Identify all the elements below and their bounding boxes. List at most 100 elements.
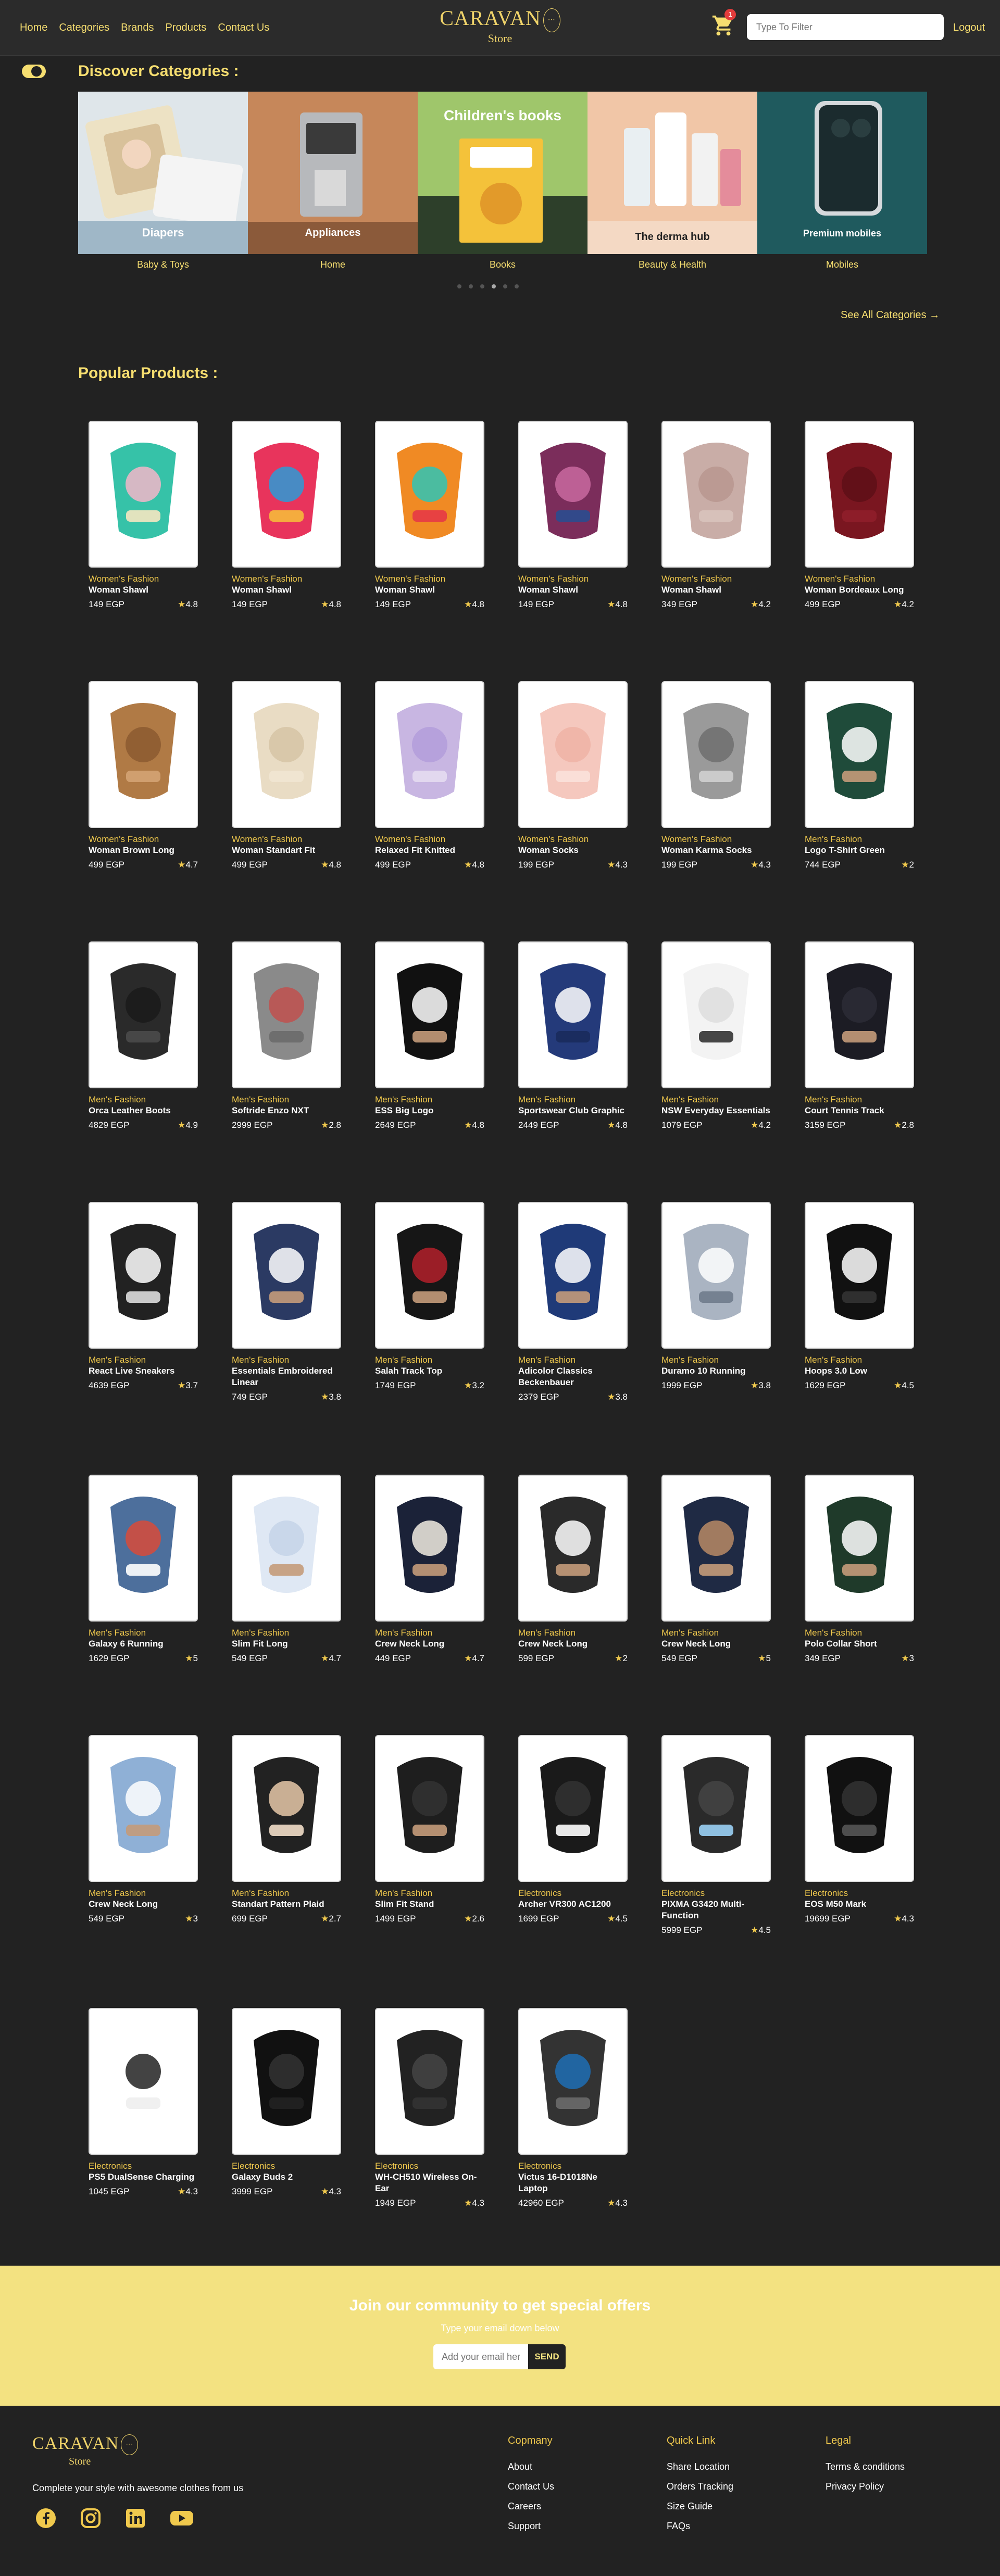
- product-card[interactable]: Men's Fashion Crew Neck Long 599 EGP ★2: [518, 1475, 628, 1664]
- theme-toggle[interactable]: [22, 65, 46, 78]
- product-image[interactable]: [232, 941, 341, 1088]
- product-name[interactable]: Slim Fit Long: [232, 1638, 341, 1650]
- product-image[interactable]: [805, 421, 914, 568]
- product-name[interactable]: WH-CH510 Wireless On-Ear: [375, 2171, 484, 2194]
- product-card[interactable]: Men's Fashion Standart Pattern Plaid 699 E…: [232, 1735, 341, 1925]
- category-tile-baby[interactable]: Diapers: [78, 92, 248, 254]
- product-name[interactable]: React Live Sneakers: [89, 1365, 198, 1377]
- carousel-dot-active[interactable]: [492, 284, 496, 288]
- product-card[interactable]: Men's Fashion Court Tennis Track 3159 EGP ★…: [805, 941, 914, 1131]
- newsletter-email-input[interactable]: [433, 2344, 528, 2369]
- product-name[interactable]: Woman Socks: [518, 845, 628, 856]
- product-name[interactable]: EOS M50 Mark: [805, 1899, 914, 1910]
- product-card[interactable]: Women's Fashion Woman Standart Fit 499 EGP…: [232, 681, 341, 871]
- product-name[interactable]: Crew Neck Long: [89, 1899, 198, 1910]
- product-name[interactable]: NSW Everyday Essentials: [661, 1105, 771, 1116]
- product-card[interactable]: Women's Fashion Woman Shawl 149 EGP ★4.8: [375, 421, 484, 610]
- product-card[interactable]: Women's Fashion Woman Karma Socks 199 EGP ★…: [661, 681, 771, 871]
- product-card[interactable]: Men's Fashion Polo Collar Short 349 EGP ★3: [805, 1475, 914, 1664]
- logout-link[interactable]: Logout: [953, 22, 985, 34]
- instagram-icon[interactable]: [80, 2508, 101, 2529]
- product-name[interactable]: Woman Standart Fit: [232, 845, 341, 856]
- nav-home-link[interactable]: Home: [20, 22, 47, 34]
- category-label[interactable]: Baby & Toys: [78, 259, 248, 270]
- product-card[interactable]: Men's Fashion Softride Enzo NXT 2999 EGP ★2…: [232, 941, 341, 1131]
- see-all-categories-link[interactable]: See All Categories →: [841, 309, 940, 321]
- product-name[interactable]: Court Tennis Track: [805, 1105, 914, 1116]
- product-image[interactable]: [375, 1475, 484, 1622]
- product-image[interactable]: [375, 1202, 484, 1349]
- product-image[interactable]: [89, 1475, 198, 1622]
- product-image[interactable]: [518, 1735, 628, 1882]
- product-card[interactable]: Men's Fashion Duramo 10 Running 1999 EGP ★3…: [661, 1202, 771, 1391]
- carousel-dot[interactable]: [515, 284, 519, 288]
- product-name[interactable]: Slim Fit Stand: [375, 1899, 484, 1910]
- product-image[interactable]: [232, 681, 341, 828]
- product-name[interactable]: ESS Big Logo: [375, 1105, 484, 1116]
- product-card[interactable]: Women's Fashion Woman Bordeaux Long 499 EG…: [805, 421, 914, 610]
- product-image[interactable]: [661, 421, 771, 568]
- product-card[interactable]: Women's Fashion Woman Shawl 349 EGP ★4.2: [661, 421, 771, 610]
- product-card[interactable]: Men's Fashion Sportswear Club Graphic 2449…: [518, 941, 628, 1131]
- product-name[interactable]: Woman Brown Long: [89, 845, 198, 856]
- product-name[interactable]: Galaxy 6 Running: [89, 1638, 198, 1650]
- category-label[interactable]: Mobiles: [757, 259, 927, 270]
- product-image[interactable]: [805, 1735, 914, 1882]
- product-name[interactable]: Essentials Embroidered Linear: [232, 1365, 341, 1388]
- search-input[interactable]: [747, 14, 944, 40]
- product-image[interactable]: [375, 681, 484, 828]
- youtube-icon[interactable]: [170, 2508, 194, 2529]
- product-image[interactable]: [375, 941, 484, 1088]
- category-tile-home[interactable]: Appliances: [248, 92, 418, 254]
- product-image[interactable]: [661, 1735, 771, 1882]
- product-image[interactable]: [89, 421, 198, 568]
- product-image[interactable]: [89, 941, 198, 1088]
- footer-link-share-location[interactable]: Share Location: [667, 2461, 733, 2472]
- product-image[interactable]: [518, 2008, 628, 2155]
- product-image[interactable]: [805, 681, 914, 828]
- product-image[interactable]: [805, 941, 914, 1088]
- footer-link-faqs[interactable]: FAQs: [667, 2521, 733, 2532]
- product-image[interactable]: [232, 421, 341, 568]
- product-image[interactable]: [661, 681, 771, 828]
- product-card[interactable]: Men's Fashion Slim Fit Long 549 EGP ★4.7: [232, 1475, 341, 1664]
- product-name[interactable]: Galaxy Buds 2: [232, 2171, 341, 2183]
- product-name[interactable]: Polo Collar Short: [805, 1638, 914, 1650]
- product-name[interactable]: Logo T-Shirt Green: [805, 845, 914, 856]
- product-image[interactable]: [661, 1475, 771, 1622]
- product-name[interactable]: PS5 DualSense Charging: [89, 2171, 198, 2183]
- product-name[interactable]: Woman Shawl: [661, 584, 771, 596]
- nav-brands-link[interactable]: Brands: [121, 22, 154, 34]
- category-label[interactable]: Books: [418, 259, 588, 270]
- footer-link-orders-tracking[interactable]: Orders Tracking: [667, 2481, 733, 2492]
- product-image[interactable]: [232, 1202, 341, 1349]
- product-image[interactable]: [375, 2008, 484, 2155]
- product-name[interactable]: Woman Shawl: [375, 584, 484, 596]
- product-image[interactable]: [232, 1735, 341, 1882]
- product-name[interactable]: Sportswear Club Graphic: [518, 1105, 628, 1116]
- product-image[interactable]: [232, 1475, 341, 1622]
- category-tile-books[interactable]: Children's books: [418, 92, 588, 254]
- product-image[interactable]: [375, 421, 484, 568]
- product-card[interactable]: Women's Fashion Woman Socks 199 EGP ★4.3: [518, 681, 628, 871]
- category-label[interactable]: Beauty & Health: [588, 259, 757, 270]
- product-image[interactable]: [89, 2008, 198, 2155]
- product-image[interactable]: [518, 1202, 628, 1349]
- product-card[interactable]: Men's Fashion Crew Neck Long 549 EGP ★3: [89, 1735, 198, 1925]
- product-name[interactable]: Duramo 10 Running: [661, 1365, 771, 1377]
- nav-contact-link[interactable]: Contact Us: [218, 22, 269, 34]
- product-name[interactable]: Softride Enzo NXT: [232, 1105, 341, 1116]
- product-image[interactable]: [661, 941, 771, 1088]
- product-image[interactable]: [375, 1735, 484, 1882]
- footer-logo[interactable]: CARAVAN ⋯ Store: [32, 2434, 147, 2468]
- product-name[interactable]: Hoops 3.0 Low: [805, 1365, 914, 1377]
- product-name[interactable]: Salah Track Top: [375, 1365, 484, 1377]
- footer-link-terms[interactable]: Terms & conditions: [826, 2461, 905, 2472]
- product-card[interactable]: Women's Fashion Woman Brown Long 499 EGP ★4…: [89, 681, 198, 871]
- product-image[interactable]: [232, 2008, 341, 2155]
- product-image[interactable]: [89, 1735, 198, 1882]
- product-image[interactable]: [518, 1475, 628, 1622]
- product-name[interactable]: Orca Leather Boots: [89, 1105, 198, 1116]
- product-card[interactable]: Men's Fashion Crew Neck Long 549 EGP ★5: [661, 1475, 771, 1664]
- product-image[interactable]: [518, 421, 628, 568]
